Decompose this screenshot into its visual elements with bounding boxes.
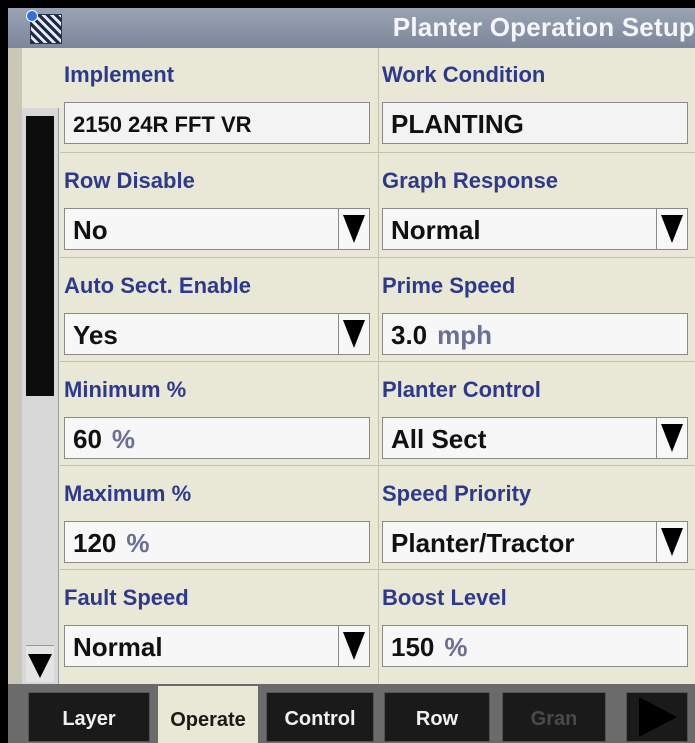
settings-panel: Implement 2150 24R FFT VR Work Condition PL…: [60, 48, 695, 684]
triangle-down-icon: [343, 215, 365, 243]
value-text: 2150 24R FFT VR: [73, 112, 252, 137]
status-dot-icon: [26, 10, 38, 22]
tab-row[interactable]: Row: [384, 692, 490, 742]
triangle-down-icon: [343, 632, 365, 660]
tab-gran: Gran: [502, 692, 606, 742]
setting-minimum: Minimum % 60%: [60, 363, 372, 467]
triangle-down-icon: [343, 320, 365, 348]
row-divider: [60, 152, 695, 153]
next-tab-button[interactable]: [626, 692, 688, 742]
boost-level-field[interactable]: 150%: [382, 625, 688, 667]
setting-boost-level: Boost Level 150%: [378, 571, 690, 675]
tab-control[interactable]: Control: [266, 692, 374, 742]
setting-label: Row Disable: [64, 168, 195, 193]
setting-label: Fault Speed: [64, 585, 189, 610]
unit-label: mph: [437, 320, 493, 350]
tab-operate[interactable]: Operate: [158, 686, 258, 743]
setting-value: 2150 24R FFT VR: [73, 112, 252, 138]
setting-prime-speed: Prime Speed 3.0 mph: [378, 259, 690, 363]
setting-value: Planter/Tractor: [391, 528, 575, 559]
triangle-down-icon: [28, 654, 52, 678]
setting-label: Boost Level: [382, 585, 507, 610]
minimum-field[interactable]: 60%: [64, 417, 370, 459]
setting-speed-priority: Speed Priority Planter/Tractor: [378, 467, 690, 571]
setting-graph-response: Graph Response Normal: [378, 154, 690, 258]
value-text: 120: [73, 528, 117, 558]
setting-value: 60%: [73, 424, 135, 455]
value-text: 60: [73, 424, 102, 454]
work-condition-field: PLANTING: [382, 102, 688, 144]
planter-control-select[interactable]: All Sect: [382, 417, 688, 459]
setting-auto-sect-enable: Auto Sect. Enable Yes: [60, 259, 372, 363]
dropdown-button[interactable]: [338, 314, 369, 354]
screen: Planter Operation Setup Implement 2150 24…: [8, 8, 695, 743]
setting-label: Speed Priority: [382, 481, 532, 506]
row-divider: [60, 569, 695, 570]
setting-label: Auto Sect. Enable: [64, 273, 252, 298]
setting-value: 150%: [391, 632, 468, 663]
value-text: 150: [391, 632, 435, 662]
triangle-down-icon: [661, 215, 683, 243]
value-text: Planter/Tractor: [391, 528, 575, 558]
setting-label: Work Condition: [382, 62, 546, 87]
tab-bar: Gran Row Control Operate Layer: [8, 684, 695, 743]
left-edge: [8, 48, 22, 688]
setting-row-disable: Row Disable No: [60, 154, 372, 258]
scrollbar[interactable]: [22, 108, 59, 688]
setting-value: 3.0 mph: [391, 320, 492, 351]
setting-label: Prime Speed: [382, 273, 516, 298]
scroll-down-button[interactable]: [26, 645, 54, 682]
speed-priority-select[interactable]: Planter/Tractor: [382, 521, 688, 563]
setting-label: Planter Control: [382, 377, 541, 402]
title-bar: Planter Operation Setup: [8, 8, 695, 48]
setting-label: Minimum %: [64, 377, 187, 402]
setting-value: No: [73, 215, 108, 246]
page-title: Planter Operation Setup: [392, 12, 695, 42]
triangle-down-icon: [661, 528, 683, 556]
triangle-right-icon: [639, 697, 677, 737]
setting-label: Graph Response: [382, 168, 559, 193]
maximum-field[interactable]: 120%: [64, 521, 370, 563]
value-text: 3.0: [391, 320, 428, 350]
implement-field: 2150 24R FFT VR: [64, 102, 370, 144]
triangle-down-icon: [661, 424, 683, 452]
dropdown-button[interactable]: [338, 209, 369, 249]
row-divider: [60, 465, 695, 466]
setting-value: Normal: [391, 215, 481, 246]
unit-label: %: [111, 424, 136, 454]
dropdown-button[interactable]: [656, 418, 687, 458]
row-divider: [60, 361, 695, 362]
setting-label: Implement: [64, 62, 175, 87]
setting-value: PLANTING: [391, 109, 524, 140]
setting-fault-speed: Fault Speed Normal: [60, 571, 372, 675]
row-divider: [60, 257, 695, 258]
setting-value: 120%: [73, 528, 150, 559]
setting-value: Yes: [73, 320, 118, 351]
setting-planter-control: Planter Control All Sect: [378, 363, 690, 467]
fault-speed-select[interactable]: Normal: [64, 625, 370, 667]
prime-speed-field[interactable]: 3.0 mph: [382, 313, 688, 355]
setting-implement: Implement 2150 24R FFT VR: [60, 48, 372, 152]
value-text: All Sect: [391, 424, 487, 454]
dropdown-button[interactable]: [656, 209, 687, 249]
unit-label: %: [444, 632, 468, 662]
value-text: Normal: [73, 632, 163, 662]
setting-value: All Sect: [391, 424, 486, 455]
value-text: Normal: [391, 215, 481, 245]
setting-work-condition: Work Condition PLANTING: [378, 48, 690, 152]
graph-response-select[interactable]: Normal: [382, 208, 688, 250]
dropdown-button[interactable]: [656, 522, 687, 562]
unit-label: %: [126, 528, 150, 558]
value-text: PLANTING: [391, 109, 524, 139]
value-text: No: [73, 215, 108, 245]
tab-layer[interactable]: Layer: [28, 692, 150, 742]
auto-sect-enable-select[interactable]: Yes: [64, 313, 370, 355]
scroll-thumb[interactable]: [26, 116, 54, 396]
setting-label: Maximum %: [64, 481, 192, 506]
dropdown-button[interactable]: [338, 626, 369, 666]
row-disable-select[interactable]: No: [64, 208, 370, 250]
setting-maximum: Maximum % 120%: [60, 467, 372, 571]
setting-value: Normal: [73, 632, 163, 663]
value-text: Yes: [73, 320, 118, 350]
